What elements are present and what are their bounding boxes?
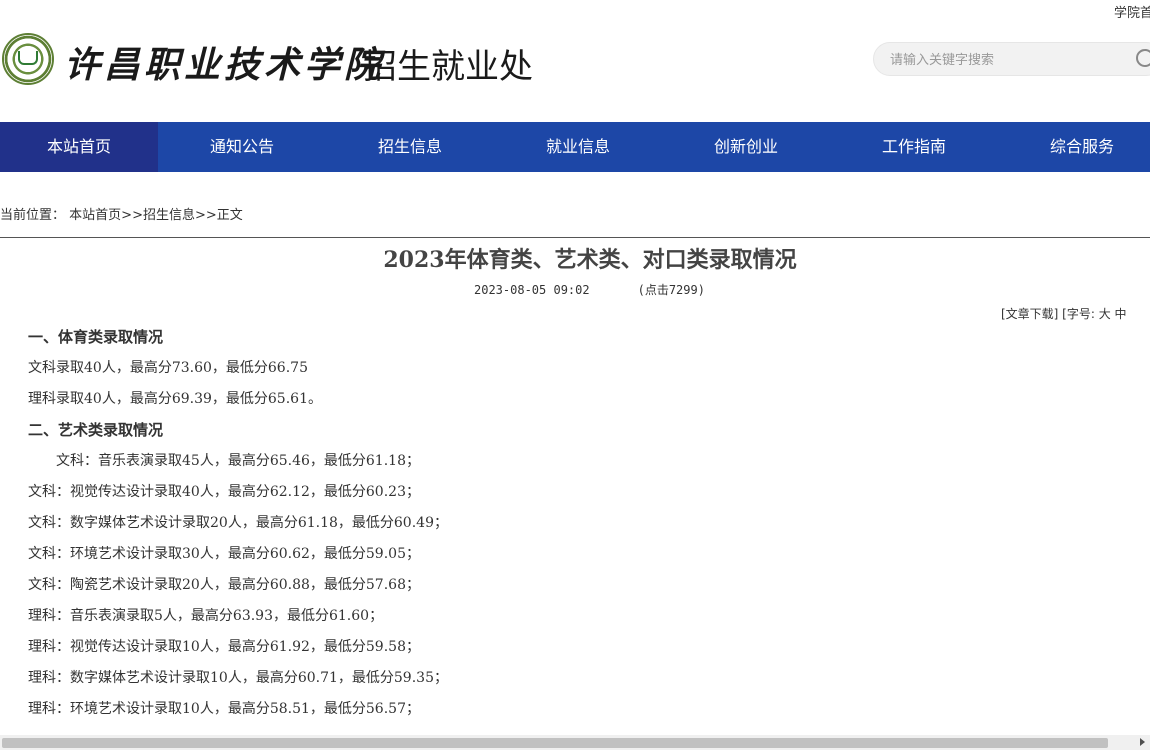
nav-item-admissions[interactable]: 招生信息: [326, 122, 494, 172]
article-paragraph: 二、艺术类录取情况: [28, 421, 164, 439]
nav-item-services[interactable]: 综合服务: [998, 122, 1150, 172]
nav-item-employment[interactable]: 就业信息: [494, 122, 662, 172]
breadcrumb-prefix: 当前位置：: [0, 208, 66, 223]
article-body: 一、体育类录取情况 文科录取40人，最高分73.60，最低分66.75 理科录取…: [28, 322, 1128, 725]
nav-item-innovation[interactable]: 创新创业: [662, 122, 830, 172]
article-meta: 2023-08-05 09:02 (点击7299): [474, 281, 705, 298]
department-name: 招生就业处: [363, 47, 533, 87]
article-paragraph: 文科：数字媒体艺术设计录取20人，最高分61.18，最低分60.49；: [28, 515, 448, 531]
article-paragraph: 理科：环境艺术设计录取10人，最高分58.51，最低分56.57；: [28, 701, 420, 717]
breadcrumb-separator: >>: [121, 208, 143, 223]
breadcrumb-separator: >>: [194, 208, 217, 223]
horizontal-scrollbar[interactable]: [0, 735, 1150, 750]
nav-item-home[interactable]: 本站首页: [0, 122, 158, 172]
school-name-logo[interactable]: 许昌职业技术学院: [64, 36, 384, 88]
article-paragraph: 一、体育类录取情况: [28, 328, 164, 346]
nav-item-notices[interactable]: 通知公告: [158, 122, 326, 172]
article-date: 2023-08-05 09:02: [474, 283, 590, 297]
article-click-count: (点击7299): [637, 283, 705, 297]
article-paragraph: 理科：视觉传达设计录取10人，最高分61.92，最低分59.58；: [28, 639, 420, 655]
school-emblem-icon: [2, 33, 54, 85]
search-icon[interactable]: [1136, 49, 1150, 67]
article-paragraph: 理科：数字媒体艺术设计录取10人，最高分60.71，最低分59.35；: [28, 670, 448, 686]
article-paragraph: 文科：音乐表演录取45人，最高分65.46，最低分61.18；: [56, 453, 420, 469]
article-tools[interactable]: [文章下载] [字号: 大 中: [1001, 305, 1127, 322]
breadcrumb-home-link[interactable]: 本站首页: [69, 208, 121, 223]
article-paragraph: 文科：陶瓷艺术设计录取20人，最高分60.88，最低分57.68；: [28, 577, 420, 593]
breadcrumb-section-link[interactable]: 招生信息: [143, 208, 195, 223]
main-nav: 本站首页 通知公告 招生信息 就业信息 创新创业 工作指南 综合服务: [0, 122, 1150, 172]
article-paragraph: 理科录取40人，最高分69.39，最低分65.61。: [28, 391, 322, 407]
site-header: 许昌职业技术学院 招生就业处: [0, 0, 1150, 122]
scrollbar-thumb[interactable]: [2, 738, 1108, 748]
divider: [0, 237, 1150, 238]
article-title: 2023年体育类、艺术类、对口类录取情况: [383, 247, 797, 273]
article-paragraph: 理科：音乐表演录取5人，最高分63.93，最低分61.60；: [28, 608, 384, 624]
search-box: [873, 42, 1150, 76]
scroll-right-arrow-icon[interactable]: [1140, 738, 1145, 746]
search-input[interactable]: [888, 47, 1122, 73]
article-paragraph: 文科录取40人，最高分73.60，最低分66.75: [28, 360, 308, 376]
article-paragraph: 文科：视觉传达设计录取40人，最高分62.12，最低分60.23；: [28, 484, 420, 500]
breadcrumb: 当前位置： 本站首页>>招生信息>>正文: [0, 204, 243, 223]
breadcrumb-current: 正文: [216, 208, 243, 223]
article-paragraph: 文科：环境艺术设计录取30人，最高分60.62，最低分59.05；: [28, 546, 420, 562]
nav-item-guide[interactable]: 工作指南: [830, 122, 998, 172]
